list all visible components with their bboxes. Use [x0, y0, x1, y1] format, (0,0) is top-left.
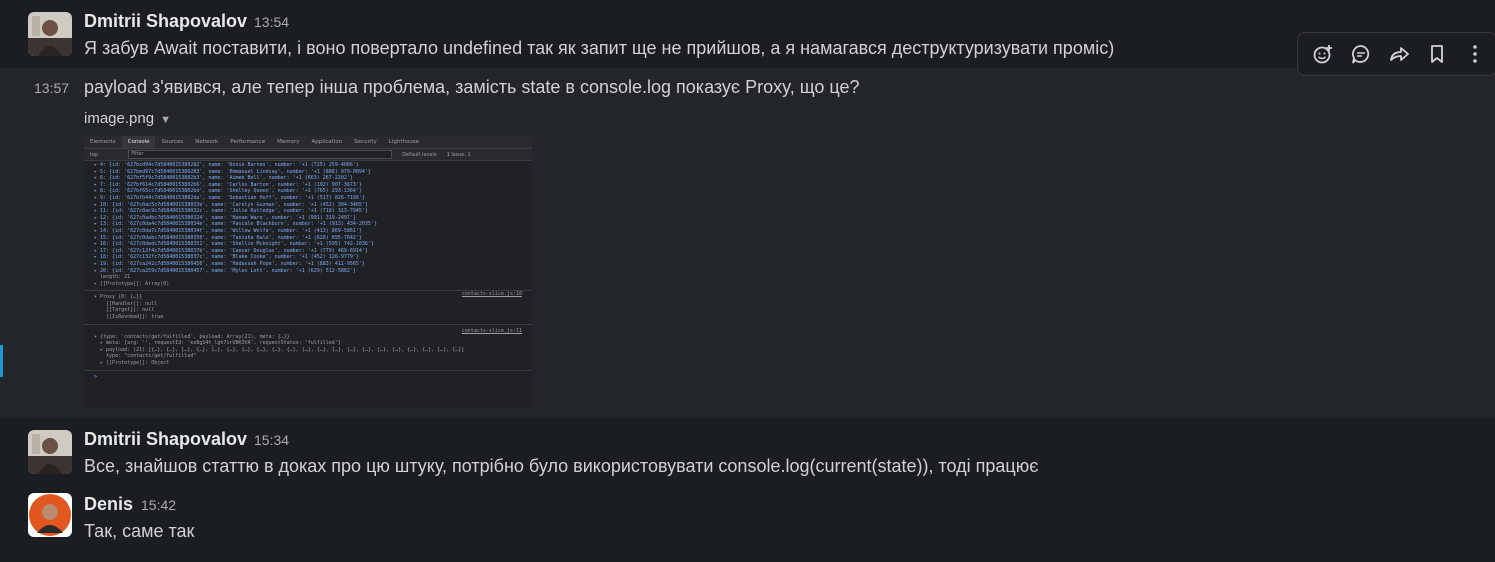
message-text: Так, саме так: [84, 521, 195, 541]
console-line: ▸ 19: {id: '627ca242c7d5840015380456', n…: [94, 260, 365, 267]
devtools-tab: Application: [311, 139, 343, 145]
console-line: ▸ 6: {id: '627bf5f9c7d58400153802b3', na…: [94, 175, 353, 182]
console-line: ▸ 12: {id: '627c0adbc7d5840015380324', n…: [94, 214, 356, 221]
share-button[interactable]: [1382, 36, 1416, 72]
console-line: ▸ payload: (21) [{…}, {…}, {…}, {…}, {…}…: [94, 346, 465, 353]
message-text: Все, знайшов статтю в доках про цю штуку…: [84, 456, 1039, 476]
attachment-image[interactable]: Elements Console Sources Network Perform…: [84, 136, 532, 408]
avatar[interactable]: [28, 430, 72, 474]
console-line: ▸ [[Prototype]]: Object: [94, 360, 170, 367]
message[interactable]: Denis 15:42 Так, саме так: [0, 488, 1495, 562]
devtools-console-bar: top Filter Default levels 1 Issue: 1: [84, 149, 532, 161]
console-line: >: [94, 373, 98, 380]
console-line: ▸ 8: {id: '627bf65cc7d58400153802bd', na…: [94, 188, 362, 195]
context-selector: top: [90, 151, 99, 158]
bookmark-icon: [1431, 45, 1443, 63]
avatar[interactable]: [28, 12, 72, 56]
console-line: ▸ 13: {id: '627c0da4c7d584001538034e', n…: [94, 221, 377, 228]
devtools-tab: Lighthouse: [388, 139, 420, 145]
devtools-tab: Elements: [90, 139, 116, 145]
console-line: ▸ 5: {id: '627bed97c7d5840015380283', na…: [94, 168, 371, 175]
devtools-tab: Performance: [230, 139, 266, 145]
console-line: ▸ 17: {id: '627c12f4c7d584001538037b', n…: [94, 247, 368, 254]
reply-in-thread-icon: [1352, 45, 1370, 64]
reply-in-thread-button[interactable]: [1344, 36, 1378, 72]
devtools-tab: Sources: [161, 139, 184, 145]
issues-count: 1 Issue: 1: [446, 151, 471, 158]
save-for-later-button[interactable]: [1420, 36, 1454, 72]
more-actions-button[interactable]: [1458, 36, 1492, 72]
author-name[interactable]: Dmitrii Shapovalov: [84, 11, 247, 32]
add-reaction-icon: [1313, 45, 1332, 64]
add-reaction-button[interactable]: [1306, 36, 1340, 72]
console-line: ▸ 16: {id: '627c0dedc7d5840015380351', n…: [94, 241, 374, 248]
timestamp[interactable]: 15:34: [254, 432, 289, 448]
devtools-tab: Network: [195, 139, 219, 145]
devtools-tab-active: Console: [121, 136, 156, 148]
author-name[interactable]: Dmitrii Shapovalov: [84, 429, 247, 450]
console-line: ▸ 9: {id: '627bfb44c7d58400153802de', na…: [94, 194, 365, 201]
source-link: contacts-slice.js:11: [461, 328, 522, 334]
message-text: Я забув Await поставити, і воно повертал…: [84, 38, 1115, 58]
console-line: ▸ 20: {id: '627ca259c7d5840015380457', n…: [94, 267, 356, 274]
console-line: ▸ 14: {id: '627c0da7c7d584001538034f', n…: [94, 227, 362, 234]
author-name[interactable]: Denis: [84, 494, 133, 515]
timestamp[interactable]: 13:54: [254, 14, 289, 30]
devtools-tab: Memory: [277, 139, 300, 145]
console-line: ▸ [[Prototype]]: Array(0): [94, 280, 170, 287]
console-line: ▸ 15: {id: '627c0dabc7d5840015380350', n…: [94, 234, 362, 241]
console-line: ▾ {type: 'contacts/get/fulfilled', paylo…: [94, 333, 290, 340]
console-line: [[Target]]: null: [94, 307, 155, 314]
console-line: ▸ meta: {arg: '', requestId: 'ezBgS4t_lg…: [94, 340, 341, 347]
console-line: ▸ 18: {id: '627c132fc7d584001538037c', n…: [94, 254, 359, 261]
chevron-down-icon[interactable]: ▼: [160, 114, 171, 126]
console-line: type: "contacts/get/fulfilled": [94, 353, 197, 360]
console-separator: [84, 323, 532, 325]
message-text: payload з'явився, але тепер інша проблем…: [84, 77, 860, 97]
devtools-tab: Security: [354, 139, 377, 145]
console-line: ▸ 10: {id: '627c0ac5c7d584001538033e', n…: [94, 201, 368, 208]
console-line: length: 21: [94, 274, 131, 281]
timestamp[interactable]: 15:42: [141, 497, 176, 513]
console-line: [[Handler]]: null: [94, 300, 158, 307]
source-link: contacts-slice.js:10: [461, 291, 522, 297]
attachment-file-name[interactable]: image.png ▼: [84, 110, 171, 127]
devtools-console-output: ▸ 4: {id: '627bcd94c7d5840015380282', na…: [84, 161, 532, 380]
filter-box: Filter: [128, 150, 393, 159]
console-line: ▸ 11: {id: '627c0ac9c7d584001538032c', n…: [94, 208, 368, 215]
message[interactable]: Dmitrii Shapovalov 13:54 Я забув Await п…: [0, 0, 1495, 68]
console-separator: [84, 369, 532, 371]
file-name[interactable]: image.png: [84, 110, 154, 127]
console-line: ▸ 7: {id: '627bf614c7d58400153802b6', na…: [94, 181, 362, 188]
timestamp[interactable]: 13:57: [34, 80, 69, 96]
devtools-tabs: Elements Console Sources Network Perform…: [84, 136, 532, 149]
share-icon: [1390, 47, 1409, 61]
console-line: [[IsRevoked]]: true: [94, 314, 164, 321]
more-icon: [1473, 45, 1477, 63]
avatar[interactable]: [28, 493, 72, 537]
console-line: ▸ 4: {id: '627bcd94c7d5840015380282', na…: [94, 162, 359, 168]
message[interactable]: Dmitrii Shapovalov 15:34 Все, знайшов ст…: [0, 418, 1495, 488]
levels-selector: Default levels: [402, 151, 437, 158]
